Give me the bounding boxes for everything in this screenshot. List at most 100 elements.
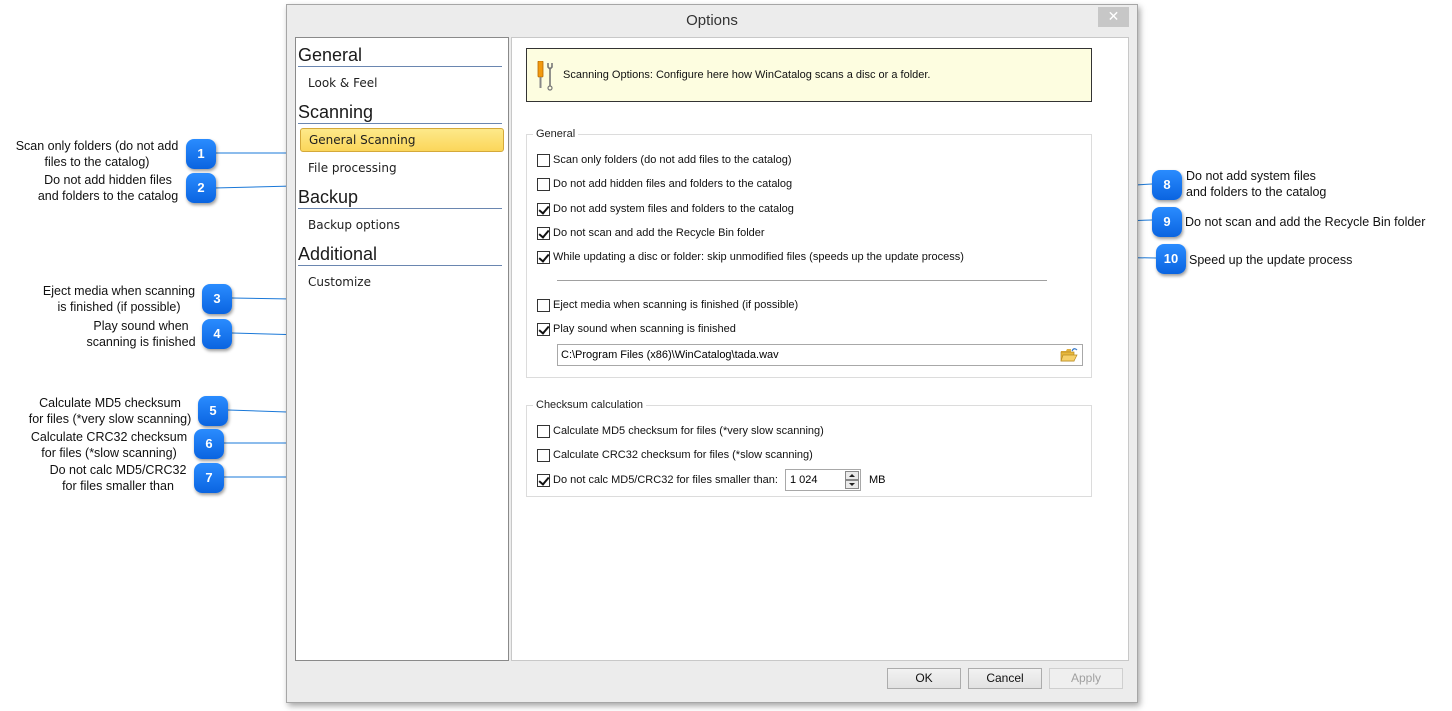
callout-line2: files to the catalog): [44, 155, 150, 169]
stepper-buttons: [845, 471, 859, 489]
options-nav: General Look & Feel Scanning General Sca…: [295, 37, 509, 661]
callout-text-8: Do not add system files and folders to t…: [1186, 168, 1326, 200]
checkbox[interactable]: [537, 202, 550, 216]
callout-text-7: Do not calc MD5/CRC32 for files smaller …: [40, 462, 196, 494]
option-skip-recycle-bin[interactable]: Do not scan and add the Recycle Bin fold…: [537, 225, 765, 241]
apply-button[interactable]: Apply: [1049, 668, 1123, 689]
callout-line2: is finished (if possible): [57, 300, 181, 314]
option-eject-media[interactable]: Eject media when scanning is finished (i…: [537, 297, 798, 313]
nav-item-backup-options[interactable]: Backup options: [300, 213, 504, 237]
option-play-sound[interactable]: Play sound when scanning is finished: [537, 321, 736, 337]
nav-header-general: General: [298, 44, 502, 67]
close-icon: ✕: [1107, 9, 1120, 25]
callout-line1: Eject media when scanning: [42, 284, 196, 298]
nav-item-customize[interactable]: Customize: [300, 270, 504, 294]
sound-path-value: C:\Program Files (x86)\WinCatalog\tada.w…: [561, 349, 779, 361]
checkbox[interactable]: [537, 153, 550, 167]
nav-header-additional: Additional: [298, 243, 502, 266]
callout-line1: Do not add system files: [1186, 169, 1316, 183]
general-group: General Scan only folders (do not add fi…: [526, 127, 1092, 378]
min-size-stepper[interactable]: 1 024: [785, 469, 861, 491]
close-button[interactable]: ✕: [1098, 7, 1129, 27]
checkbox[interactable]: [537, 177, 550, 191]
nav-header-backup: Backup: [298, 186, 502, 209]
callout-text-10: Speed up the update process: [1189, 253, 1353, 267]
min-size-value: 1 024: [790, 474, 818, 486]
option-label: While updating a disc or folder: skip un…: [553, 251, 964, 263]
callout-text-9: Do not scan and add the Recycle Bin fold…: [1185, 215, 1426, 229]
nav-item-look-and-feel[interactable]: Look & Feel: [300, 71, 504, 95]
callout-badge-9: 9: [1152, 207, 1182, 237]
callout-badge-2: 2: [186, 173, 216, 203]
stepper-up-icon[interactable]: [845, 471, 859, 480]
option-calc-crc32[interactable]: Calculate CRC32 checksum for files (*slo…: [537, 447, 813, 463]
checkbox[interactable]: [537, 298, 550, 312]
callout-badge-6: 6: [194, 429, 224, 459]
stepper-down-icon[interactable]: [845, 480, 859, 489]
min-size-unit: MB: [869, 474, 886, 486]
callout-line2: for files (*slow scanning): [41, 446, 177, 460]
callout-badge-4: 4: [202, 319, 232, 349]
callout-badge-10: 10: [1156, 244, 1186, 274]
callout-text-6: Calculate CRC32 checksum for files (*slo…: [22, 429, 196, 461]
option-label: Eject media when scanning is finished (i…: [553, 299, 799, 311]
callout-text-1: Scan only folders (do not add files to t…: [8, 138, 186, 170]
tools-icon: [537, 61, 553, 91]
callout-line1: Play sound when: [93, 319, 189, 333]
option-label: Calculate CRC32 checksum for files (*slo…: [553, 449, 813, 461]
option-skip-hidden[interactable]: Do not add hidden files and folders to t…: [537, 176, 792, 192]
callout-line1: Do not add hidden files: [44, 173, 172, 187]
ok-button[interactable]: OK: [887, 668, 961, 689]
callout-badge-3: 3: [202, 284, 232, 314]
option-scan-only-folders[interactable]: Scan only folders (do not add files to t…: [537, 152, 791, 168]
dialog-title: Options: [686, 12, 738, 29]
checkbox[interactable]: [537, 322, 550, 336]
nav-header-scanning: Scanning: [298, 101, 502, 124]
callout-line2: and folders to the catalog: [1186, 185, 1327, 199]
checkbox[interactable]: [537, 473, 550, 487]
option-min-size[interactable]: Do not calc MD5/CRC32 for files smaller …: [537, 472, 778, 488]
checkbox[interactable]: [537, 250, 550, 264]
callout-line1: Calculate MD5 checksum: [39, 396, 181, 410]
cancel-button[interactable]: Cancel: [968, 668, 1042, 689]
checksum-group: Checksum calculation Calculate MD5 check…: [526, 398, 1092, 497]
callout-badge-5: 5: [198, 396, 228, 426]
sound-path-input[interactable]: C:\Program Files (x86)\WinCatalog\tada.w…: [557, 344, 1083, 366]
option-skip-system[interactable]: Do not add system files and folders to t…: [537, 201, 794, 217]
option-skip-unmodified[interactable]: While updating a disc or folder: skip un…: [537, 249, 964, 265]
checkbox[interactable]: [537, 226, 550, 240]
option-calc-md5[interactable]: Calculate MD5 checksum for files (*very …: [537, 423, 824, 439]
callout-line2: and folders to the catalog: [37, 189, 179, 203]
callout-text-5: Calculate MD5 checksum for files (*very …: [22, 395, 198, 427]
banner-text: Scanning Options: Configure here how Win…: [563, 69, 931, 81]
callout-line2: for files smaller than: [62, 479, 174, 493]
callout-badge-1: 1: [186, 139, 216, 169]
checkbox[interactable]: [537, 424, 550, 438]
separator: [557, 280, 1047, 281]
callout-text-2: Do not add hidden files and folders to t…: [30, 172, 186, 204]
nav-item-general-scanning[interactable]: General Scanning: [300, 128, 504, 152]
general-group-title: General: [533, 127, 579, 141]
option-label: Do not add hidden files and folders to t…: [553, 178, 793, 190]
callout-line2: scanning is finished: [86, 335, 196, 349]
info-banner: Scanning Options: Configure here how Win…: [526, 48, 1092, 102]
option-label: Scan only folders (do not add files to t…: [553, 154, 792, 166]
callout-line1: Do not calc MD5/CRC32: [49, 463, 187, 477]
callout-line1: Calculate CRC32 checksum: [30, 430, 188, 444]
callout-text-3: Eject media when scanning is finished (i…: [36, 283, 202, 315]
callout-line2: for files (*very slow scanning): [28, 412, 192, 426]
callout-badge-7: 7: [194, 463, 224, 493]
folder-open-icon[interactable]: [1060, 347, 1078, 363]
checksum-group-title: Checksum calculation: [533, 398, 646, 412]
option-label: Do not scan and add the Recycle Bin fold…: [553, 227, 765, 239]
option-label: Play sound when scanning is finished: [553, 323, 736, 335]
callout-badge-8: 8: [1152, 170, 1182, 200]
callout-line1: Scan only folders (do not add: [15, 139, 179, 153]
option-label: Do not add system files and folders to t…: [553, 203, 794, 215]
options-content: Scanning Options: Configure here how Win…: [511, 37, 1129, 661]
option-label: Do not calc MD5/CRC32 for files smaller …: [553, 474, 778, 486]
checkbox[interactable]: [537, 448, 550, 462]
nav-item-file-processing[interactable]: File processing: [300, 156, 504, 180]
callout-text-4: Play sound when scanning is finished: [80, 318, 202, 350]
option-label: Calculate MD5 checksum for files (*very …: [553, 425, 824, 437]
